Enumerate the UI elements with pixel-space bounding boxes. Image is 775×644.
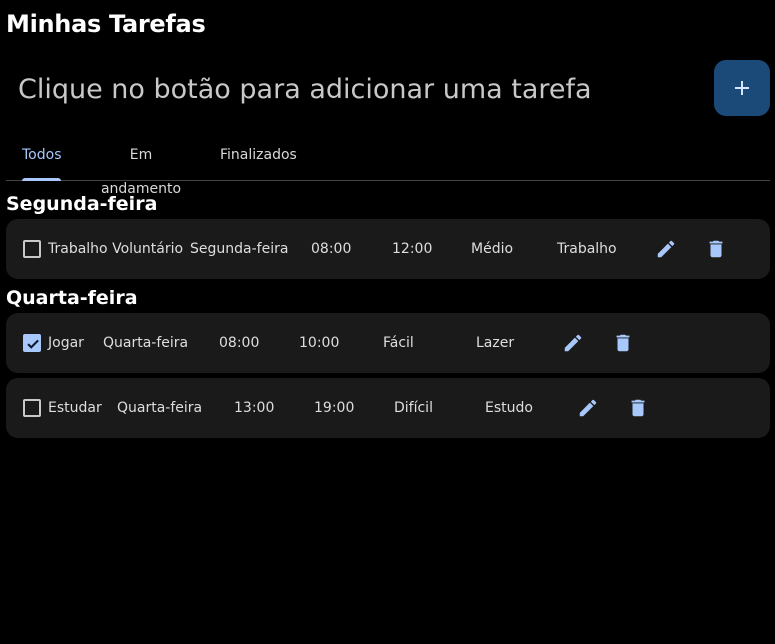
tab-indicator [22, 178, 61, 181]
task-day: Quarta-feira [117, 400, 203, 416]
add-task-button[interactable] [714, 60, 770, 116]
check-icon [27, 339, 39, 349]
page-title: Minhas Tarefas [6, 10, 206, 38]
task-day: Segunda-feira [190, 241, 289, 257]
task-checkbox[interactable] [23, 334, 41, 352]
trash-icon [709, 240, 723, 258]
task-checkbox[interactable] [23, 240, 41, 258]
pencil-icon [564, 334, 582, 352]
tab-bar: Todos Em andamento Finalizados [6, 138, 770, 197]
task-start-time: 13:00 [234, 400, 275, 416]
task-name: Estudar [48, 400, 102, 416]
edit-task-button[interactable] [654, 219, 678, 279]
task-difficulty: Fácil [383, 335, 414, 351]
pencil-icon [657, 240, 675, 258]
tab-todos[interactable]: Todos [22, 138, 61, 179]
delete-task-button[interactable] [626, 378, 650, 438]
tab-finalizados[interactable]: Finalizados [220, 138, 297, 179]
task-start-time: 08:00 [219, 335, 260, 351]
plus-icon [735, 81, 749, 95]
trash-icon [631, 399, 645, 417]
task-row: Jogar Quarta-feira 08:00 10:00 Fácil Laz… [6, 313, 770, 373]
trash-icon [616, 334, 630, 352]
task-difficulty: Médio [471, 241, 514, 257]
day-heading: Quarta-feira [6, 287, 138, 309]
task-difficulty: Difícil [394, 400, 433, 416]
task-day: Quarta-feira [103, 335, 189, 351]
task-category: Lazer [476, 335, 515, 351]
edit-task-button[interactable] [576, 378, 600, 438]
task-row: Estudar Quarta-feira 13:00 19:00 Difícil… [6, 378, 770, 438]
pencil-icon [579, 399, 597, 417]
delete-task-button[interactable] [704, 219, 728, 279]
task-end-time: 12:00 [392, 241, 433, 257]
day-heading: Segunda-feira [6, 193, 158, 215]
task-category: Trabalho [557, 241, 617, 257]
task-row: Trabalho Voluntário Segunda-feira 08:00 … [6, 219, 770, 279]
task-category: Estudo [485, 400, 533, 416]
task-name: Jogar [48, 335, 84, 351]
edit-task-button[interactable] [561, 313, 585, 373]
new-task-input[interactable] [6, 62, 696, 116]
task-checkbox[interactable] [23, 399, 41, 417]
tab-em-andamento[interactable]: Em andamento [92, 138, 190, 197]
task-end-time: 19:00 [314, 400, 355, 416]
delete-task-button[interactable] [611, 313, 635, 373]
task-start-time: 08:00 [311, 241, 352, 257]
task-name: Trabalho Voluntário [48, 241, 184, 257]
task-end-time: 10:00 [299, 335, 340, 351]
